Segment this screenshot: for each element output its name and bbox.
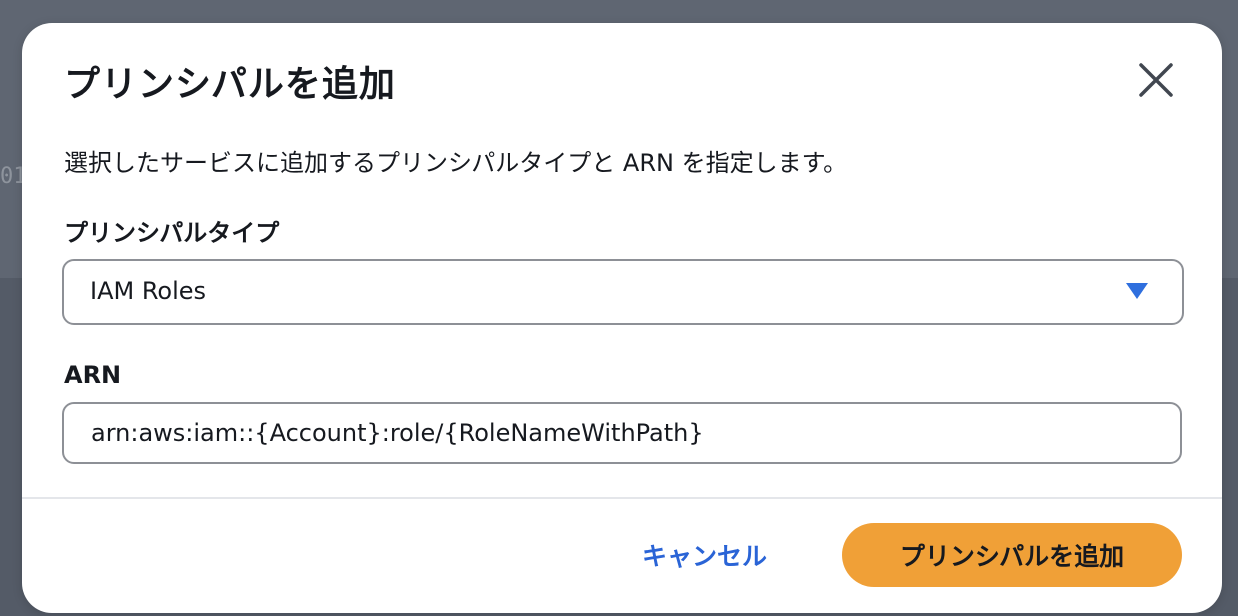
modal-description: 選択したサービスに追加するプリンシパルタイプと ARN を指定します。: [64, 149, 848, 177]
principal-type-selected-value: IAM Roles: [90, 277, 207, 305]
close-button[interactable]: [1134, 58, 1178, 102]
footer-divider: [22, 497, 1222, 499]
arn-label: ARN: [64, 361, 122, 389]
add-principal-button[interactable]: プリンシパルを追加: [842, 523, 1182, 587]
cancel-button[interactable]: キャンセル: [622, 533, 787, 577]
caret-down-icon: [1126, 283, 1148, 299]
principal-type-label: プリンシパルタイプ: [64, 219, 280, 247]
modal-title: プリンシパルを追加: [64, 64, 396, 105]
arn-input[interactable]: [62, 402, 1182, 464]
principal-type-select[interactable]: IAM Roles: [62, 259, 1184, 325]
close-icon: [1139, 63, 1173, 97]
add-principal-modal: プリンシパルを追加 選択したサービスに追加するプリンシパルタイプと ARN を指…: [22, 23, 1222, 613]
